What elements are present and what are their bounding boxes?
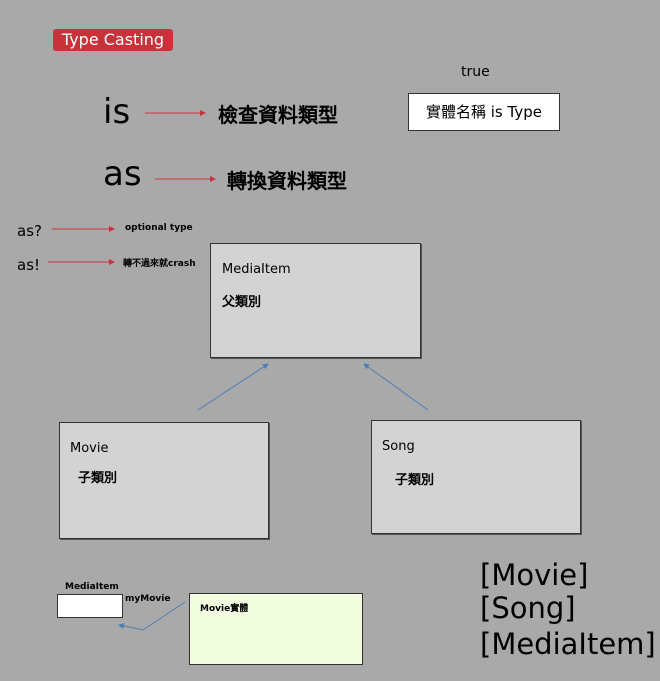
is-expression-box: 實體名稱 is Type (408, 93, 560, 131)
as-description: 轉換資料類型 (227, 169, 347, 193)
type-list-item: [Song] (480, 591, 576, 625)
movie-inherits-arrow (197, 363, 269, 411)
variable-name: myMovie (125, 594, 171, 604)
song-inherits-arrow (363, 363, 429, 411)
parent-class-box: MediaItem 父類別 (210, 243, 421, 358)
result-label: true (461, 64, 490, 80)
as-keyword: as (103, 154, 142, 194)
instance-box: Movie實體 (189, 593, 363, 665)
is-description: 檢查資料類型 (218, 103, 338, 127)
song-class-name: Song (382, 439, 415, 454)
as-forced-description: 轉不過來就crash (123, 259, 196, 269)
movie-class-name: Movie (70, 441, 109, 456)
movie-class-role: 子類別 (78, 471, 118, 486)
as-optional-description: optional type (125, 223, 193, 233)
is-keyword: is (103, 92, 131, 132)
page-title: Type Casting (53, 29, 173, 51)
type-list-item: [MediaItem] (480, 627, 656, 661)
song-class-box: Song 子類別 (371, 420, 581, 534)
as-optional-keyword: as? (17, 222, 42, 240)
type-list-item: [Movie] (480, 558, 589, 592)
song-class-role: 子類別 (395, 473, 435, 488)
movie-class-box: Movie 子類別 (59, 422, 269, 539)
parent-class-name: MediaItem (222, 262, 291, 277)
reference-arrow (118, 601, 186, 631)
instance-label: Movie實體 (200, 604, 249, 614)
parent-class-role: 父類別 (222, 295, 262, 310)
variable-box (57, 594, 123, 618)
variable-type-label: MediaItem (65, 582, 119, 592)
as-forced-keyword: as! (17, 256, 41, 274)
